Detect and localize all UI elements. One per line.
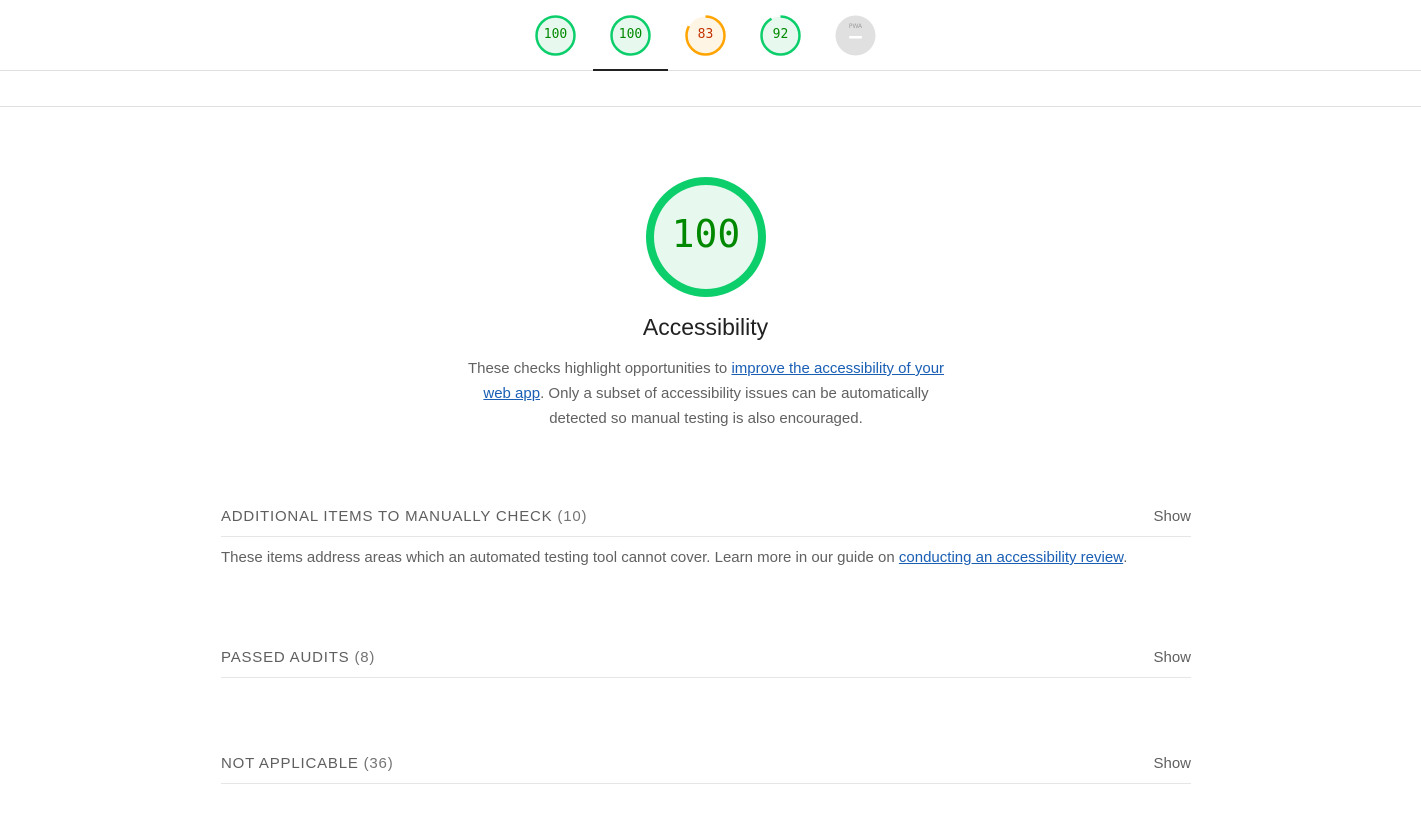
category-description-text: These checks highlight opportunities to — [467, 360, 732, 377]
show-manual-checks-button[interactable]: Show — [1153, 508, 1191, 525]
gauge-score: 100 — [618, 27, 643, 42]
tab-accessibility-gauge[interactable]: 100 — [593, 0, 668, 71]
gauge-score: 83 — [697, 27, 714, 42]
category-score: 100 — [671, 212, 741, 256]
gauge-score: 92 — [772, 27, 789, 42]
manual-checks-description-end: . — [1123, 549, 1128, 566]
group-count: (8) — [354, 649, 376, 666]
gauge-score: 100 — [543, 27, 568, 42]
group-title-text: ADDITIONAL ITEMS TO MANUALLY CHECK — [221, 508, 553, 525]
group-title: PASSED AUDITS (8) — [221, 649, 375, 666]
report-subheader — [0, 71, 1421, 107]
group-manual-checks[interactable]: ADDITIONAL ITEMS TO MANUALLY CHECK (10) … — [221, 496, 1191, 537]
group-passed-audits[interactable]: PASSED AUDITS (8) Show — [221, 637, 1191, 678]
manual-checks-description-text: These items address areas which an autom… — [221, 549, 899, 566]
group-title: ADDITIONAL ITEMS TO MANUALLY CHECK (10) — [221, 508, 587, 525]
tab-seo-gauge[interactable]: 92 — [743, 0, 818, 70]
group-not-applicable[interactable]: NOT APPLICABLE (36) Show — [221, 743, 1191, 784]
show-passed-audits-button[interactable]: Show — [1153, 649, 1191, 666]
category-description: These checks highlight opportunities to … — [455, 356, 957, 431]
group-count: (36) — [363, 755, 394, 772]
group-title: NOT APPLICABLE (36) — [221, 755, 394, 772]
group-title-text: PASSED AUDITS — [221, 649, 350, 666]
pwa-label: PWA — [849, 23, 863, 30]
tab-performance-gauge[interactable]: 100 — [518, 0, 593, 70]
accessibility-review-link[interactable]: conducting an accessibility review — [899, 549, 1123, 566]
score-gauges-bar: 100 100 83 92 PWA — [0, 0, 1421, 71]
show-not-applicable-button[interactable]: Show — [1153, 755, 1191, 772]
category-title: Accessibility — [642, 314, 769, 340]
category-description-text-end: . Only a subset of accessibility issues … — [540, 385, 929, 427]
manual-checks-description: These items address areas which an autom… — [221, 549, 1191, 566]
group-count: (10) — [557, 508, 588, 525]
pwa-badge-icon: PWA — [835, 15, 876, 56]
group-title-text: NOT APPLICABLE — [221, 755, 359, 772]
tab-pwa-gauge[interactable]: PWA — [818, 0, 893, 70]
tab-best-practices-gauge[interactable]: 83 — [668, 0, 743, 70]
